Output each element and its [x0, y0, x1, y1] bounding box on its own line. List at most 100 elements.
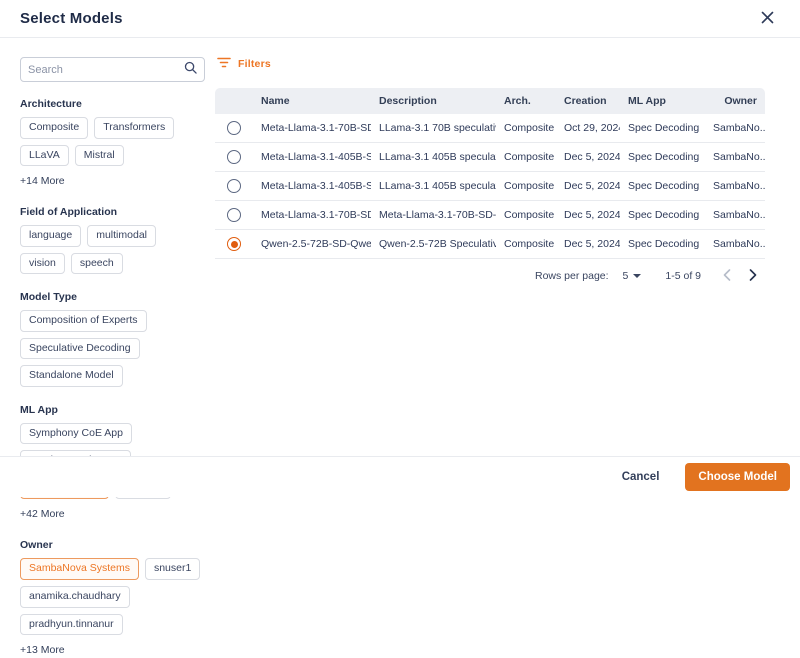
radio-icon[interactable] [227, 121, 241, 135]
radio-icon[interactable] [227, 179, 241, 193]
column-header: Owner [705, 95, 765, 107]
filter-chip[interactable]: vision [20, 253, 65, 275]
cell-description: Meta-Llama-3.1-70B-SD-L... [371, 209, 496, 221]
filter-group: Owner SambaNova Systems snuser1 anamika.cha… [20, 539, 205, 658]
cell-arch: Composite [496, 151, 556, 163]
filter-group: Field of Application language multimodal vi… [20, 206, 205, 274]
column-header: ML App [620, 95, 705, 107]
dialog-footer: Cancel Choose Model [0, 456, 800, 497]
filter-chip[interactable]: pradhyun.tinnanur [20, 614, 123, 636]
cell-ml_app: Spec Decoding [620, 238, 705, 250]
table-header-row: NameDescriptionArch.CreationML AppOwner [215, 88, 765, 114]
filter-chip[interactable]: language [20, 225, 81, 247]
radio-cell [215, 179, 253, 193]
chevron-down-icon [633, 274, 641, 278]
column-header: Arch. [496, 95, 556, 107]
filter-chip[interactable]: anamika.chaudhary [20, 586, 130, 608]
radio-icon[interactable] [227, 208, 241, 222]
filters-sidebar: Architecture Composite Transformers LLaVA Mi… [20, 57, 205, 456]
filter-chip[interactable]: Speculative Decoding [20, 338, 140, 360]
cell-name: Meta-Llama-3.1-70B-SD-L... [253, 122, 371, 134]
radio-icon[interactable] [227, 150, 241, 164]
filter-funnel-icon [217, 57, 231, 71]
search-input[interactable] [28, 64, 184, 76]
cell-name: Meta-Llama-3.1-405B-SD... [253, 151, 371, 163]
more-link[interactable]: +14 More [20, 175, 65, 187]
chip-list: Composition of Experts Speculative Decodi… [20, 310, 205, 387]
cell-creation: Dec 5, 2024 [556, 209, 620, 221]
filter-groups: Architecture Composite Transformers LLaVA Mi… [20, 98, 205, 658]
close-button[interactable] [757, 7, 778, 31]
prev-page-button[interactable] [717, 267, 737, 285]
cell-arch: Composite [496, 238, 556, 250]
models-table: NameDescriptionArch.CreationML AppOwner … [215, 88, 765, 259]
filter-chip[interactable]: LLaVA [20, 145, 69, 167]
more-link[interactable]: +42 More [20, 508, 65, 520]
chip-list: SambaNova Systems snuser1 anamika.chaudhar… [20, 558, 205, 635]
column-header: Description [371, 95, 496, 107]
filter-group-label: Architecture [20, 98, 205, 110]
cell-description: LLama-3.1 70B speculative... [371, 122, 496, 134]
table-row[interactable]: Qwen-2.5-72B-SD-Qwen-...Qwen-2.5-72B Spe… [215, 230, 765, 259]
radio-cell [215, 150, 253, 164]
cell-ml_app: Spec Decoding [620, 122, 705, 134]
table-row[interactable]: Meta-Llama-3.1-405B-SD...LLama-3.1 405B … [215, 172, 765, 201]
cell-description: LLama-3.1 405B speculati... [371, 151, 496, 163]
cell-arch: Composite [496, 180, 556, 192]
close-icon [761, 11, 774, 27]
filter-chip[interactable]: Standalone Model [20, 365, 123, 387]
dialog-title: Select Models [20, 10, 123, 27]
radio-selected-icon[interactable] [227, 237, 241, 251]
filters-button[interactable]: Filters [217, 57, 271, 71]
pagination: Rows per page: 5 1-5 of 9 [215, 259, 765, 293]
filter-group-label: ML App [20, 404, 205, 416]
cell-owner: SambaNo... [705, 180, 765, 192]
filters-row: Filters [217, 54, 765, 74]
filter-group: Architecture Composite Transformers LLaVA Mi… [20, 98, 205, 189]
filter-chip[interactable]: Composite [20, 117, 88, 139]
table-row[interactable]: Meta-Llama-3.1-405B-SD...LLama-3.1 405B … [215, 143, 765, 172]
table-panel: Filters NameDescriptionArch.CreationML A… [215, 57, 765, 456]
filter-chip[interactable]: multimodal [87, 225, 156, 247]
table-row[interactable]: Meta-Llama-3.1-70B-SD-L...Meta-Llama-3.1… [215, 201, 765, 230]
filter-chip[interactable]: Symphony CoE App [20, 423, 132, 445]
filters-button-label: Filters [238, 58, 271, 70]
cell-arch: Composite [496, 122, 556, 134]
chip-list: Composite Transformers LLaVA Mistral [20, 117, 205, 166]
more-link[interactable]: +13 More [20, 644, 65, 656]
cancel-button[interactable]: Cancel [614, 465, 668, 489]
table-body: Meta-Llama-3.1-70B-SD-L...LLama-3.1 70B … [215, 114, 765, 259]
cell-description: Qwen-2.5-72B Speculativ... [371, 238, 496, 250]
cell-owner: SambaNo... [705, 122, 765, 134]
rows-per-page-value: 5 [623, 270, 629, 282]
cell-arch: Composite [496, 209, 556, 221]
filter-chip[interactable]: Transformers [94, 117, 174, 139]
pagination-range: 1-5 of 9 [665, 270, 701, 282]
cell-owner: SambaNo... [705, 209, 765, 221]
rows-per-page-label: Rows per page: [535, 270, 609, 282]
table-row[interactable]: Meta-Llama-3.1-70B-SD-L...LLama-3.1 70B … [215, 114, 765, 143]
chip-list: language multimodal vision speech [20, 225, 205, 274]
cell-creation: Dec 5, 2024 [556, 238, 620, 250]
rows-per-page-select[interactable]: 5 [619, 268, 646, 284]
next-page-button[interactable] [743, 267, 763, 285]
filter-chip[interactable]: speech [71, 253, 123, 275]
filter-chip[interactable]: Composition of Experts [20, 310, 147, 332]
cell-ml_app: Spec Decoding [620, 209, 705, 221]
cell-ml_app: Spec Decoding [620, 151, 705, 163]
cell-creation: Dec 5, 2024 [556, 180, 620, 192]
search-box [20, 57, 205, 82]
filter-chip[interactable]: SambaNova Systems [20, 558, 139, 580]
radio-cell [215, 121, 253, 135]
choose-model-button[interactable]: Choose Model [685, 463, 790, 491]
select-models-dialog: Select Models Architecture Composite Trans… [0, 0, 800, 497]
radio-cell [215, 237, 253, 251]
filter-group-label: Field of Application [20, 206, 205, 218]
filter-chip[interactable]: Mistral [75, 145, 124, 167]
column-header: Creation [556, 95, 620, 107]
filter-chip[interactable]: snuser1 [145, 558, 200, 580]
radio-cell [215, 208, 253, 222]
search-icon [184, 61, 197, 79]
filter-group-label: Owner [20, 539, 205, 551]
cell-creation: Oct 29, 2024 [556, 122, 620, 134]
